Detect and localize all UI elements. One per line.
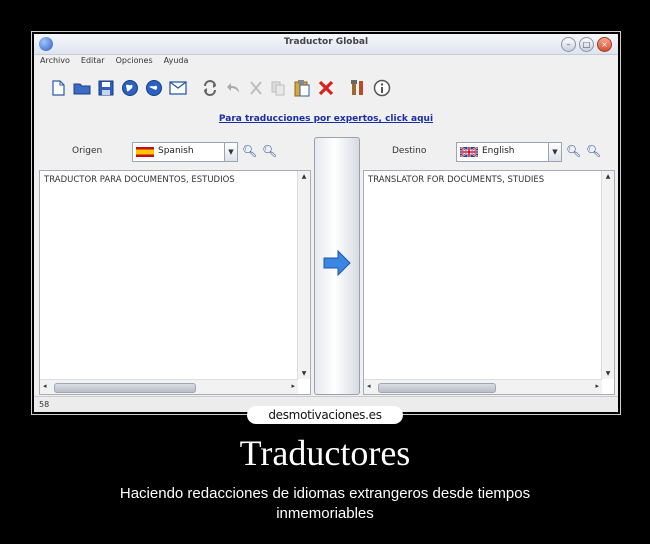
destination-label: Destino bbox=[392, 146, 427, 156]
target-text-area[interactable]: TRANSLATOR FOR DOCUMENTS, STUDIES ▲ ▼ ◂ … bbox=[363, 170, 615, 395]
undo-icon[interactable] bbox=[224, 78, 244, 98]
source-text: TRADUCTOR PARA DOCUMENTOS, ESTUDIOS bbox=[44, 175, 235, 185]
vertical-scrollbar[interactable]: ▲ ▼ bbox=[297, 171, 310, 379]
tools-icon[interactable] bbox=[348, 78, 368, 98]
zoom-out-icon[interactable]: 🔍︎ bbox=[586, 144, 601, 158]
watermark-logo: desmotivaciones.es bbox=[247, 406, 403, 424]
scroll-left-icon[interactable]: ◂ bbox=[367, 382, 371, 390]
email-icon[interactable] bbox=[168, 78, 188, 98]
title-bar[interactable]: Traductor Global – □ × bbox=[34, 34, 618, 55]
origin-label: Origen bbox=[72, 146, 103, 156]
target-text: TRANSLATOR FOR DOCUMENTS, STUDIES bbox=[368, 175, 545, 185]
delete-icon[interactable] bbox=[316, 78, 336, 98]
minimize-button[interactable]: – bbox=[561, 37, 576, 52]
new-document-icon[interactable] bbox=[48, 78, 68, 98]
uk-flag-icon bbox=[460, 147, 478, 157]
info-icon[interactable] bbox=[372, 78, 392, 98]
horizontal-scrollbar[interactable]: ◂ ▸ bbox=[40, 379, 298, 394]
vertical-scrollbar[interactable]: ▲ ▼ bbox=[601, 171, 614, 379]
source-language-value: Spanish bbox=[158, 146, 194, 156]
open-folder-icon[interactable] bbox=[72, 78, 92, 98]
target-language-select[interactable]: English ▼ bbox=[456, 142, 562, 162]
globe-icon[interactable] bbox=[120, 78, 140, 98]
refresh-icon[interactable] bbox=[200, 78, 220, 98]
scroll-up-icon[interactable]: ▲ bbox=[298, 173, 310, 180]
copy-icon[interactable] bbox=[268, 78, 288, 98]
poster-title: Traductores bbox=[239, 433, 411, 473]
maximize-button[interactable]: □ bbox=[579, 37, 594, 52]
scroll-left-icon[interactable]: ◂ bbox=[43, 382, 47, 390]
scroll-down-icon[interactable]: ▼ bbox=[298, 370, 310, 377]
translate-button[interactable] bbox=[314, 137, 360, 395]
source-language-select[interactable]: Spanish ▼ bbox=[132, 142, 238, 162]
scroll-right-icon[interactable]: ▸ bbox=[595, 382, 599, 390]
menu-ayuda[interactable]: Ayuda bbox=[164, 56, 189, 65]
app-window: Traductor Global – □ × Archivo Editar Op… bbox=[34, 34, 618, 412]
chevron-down-icon[interactable]: ▼ bbox=[224, 143, 237, 161]
scroll-right-icon[interactable]: ▸ bbox=[291, 382, 295, 390]
poster-subtitle: Haciendo redacciones de idiomas extrange… bbox=[119, 485, 531, 522]
character-count: 58 bbox=[39, 400, 50, 409]
horizontal-scrollbar[interactable]: ◂ ▸ bbox=[364, 379, 602, 394]
arrow-right-icon bbox=[323, 249, 351, 277]
scrollbar-thumb[interactable] bbox=[378, 383, 496, 393]
scroll-up-icon[interactable]: ▲ bbox=[602, 173, 614, 180]
poster-frame: Traductor Global – □ × Archivo Editar Op… bbox=[31, 31, 621, 415]
zoom-in-icon[interactable]: 🔍︎ bbox=[242, 144, 257, 158]
source-text-area[interactable]: TRADUCTOR PARA DOCUMENTOS, ESTUDIOS ▲ ▼ … bbox=[39, 170, 311, 395]
chevron-down-icon[interactable]: ▼ bbox=[548, 143, 561, 161]
scrollbar-thumb[interactable] bbox=[54, 383, 196, 393]
paste-icon[interactable] bbox=[292, 78, 312, 98]
menu-bar: Archivo Editar Opciones Ayuda bbox=[40, 56, 188, 65]
menu-archivo[interactable]: Archivo bbox=[40, 56, 70, 65]
menu-opciones[interactable]: Opciones bbox=[116, 56, 153, 65]
cut-icon[interactable] bbox=[246, 78, 266, 98]
zoom-in-icon[interactable]: 🔍︎ bbox=[566, 144, 581, 158]
zoom-out-icon[interactable]: 🔍︎ bbox=[262, 144, 277, 158]
save-icon[interactable] bbox=[96, 78, 116, 98]
globe-2-icon[interactable] bbox=[144, 78, 164, 98]
window-title: Traductor Global bbox=[283, 37, 369, 47]
close-button[interactable]: × bbox=[597, 37, 612, 52]
menu-editar[interactable]: Editar bbox=[81, 56, 105, 65]
spain-flag-icon bbox=[136, 147, 154, 157]
expert-translation-link[interactable]: Para traducciones por expertos, click aq… bbox=[34, 114, 618, 124]
scroll-down-icon[interactable]: ▼ bbox=[602, 370, 614, 377]
target-language-value: English bbox=[482, 146, 515, 156]
